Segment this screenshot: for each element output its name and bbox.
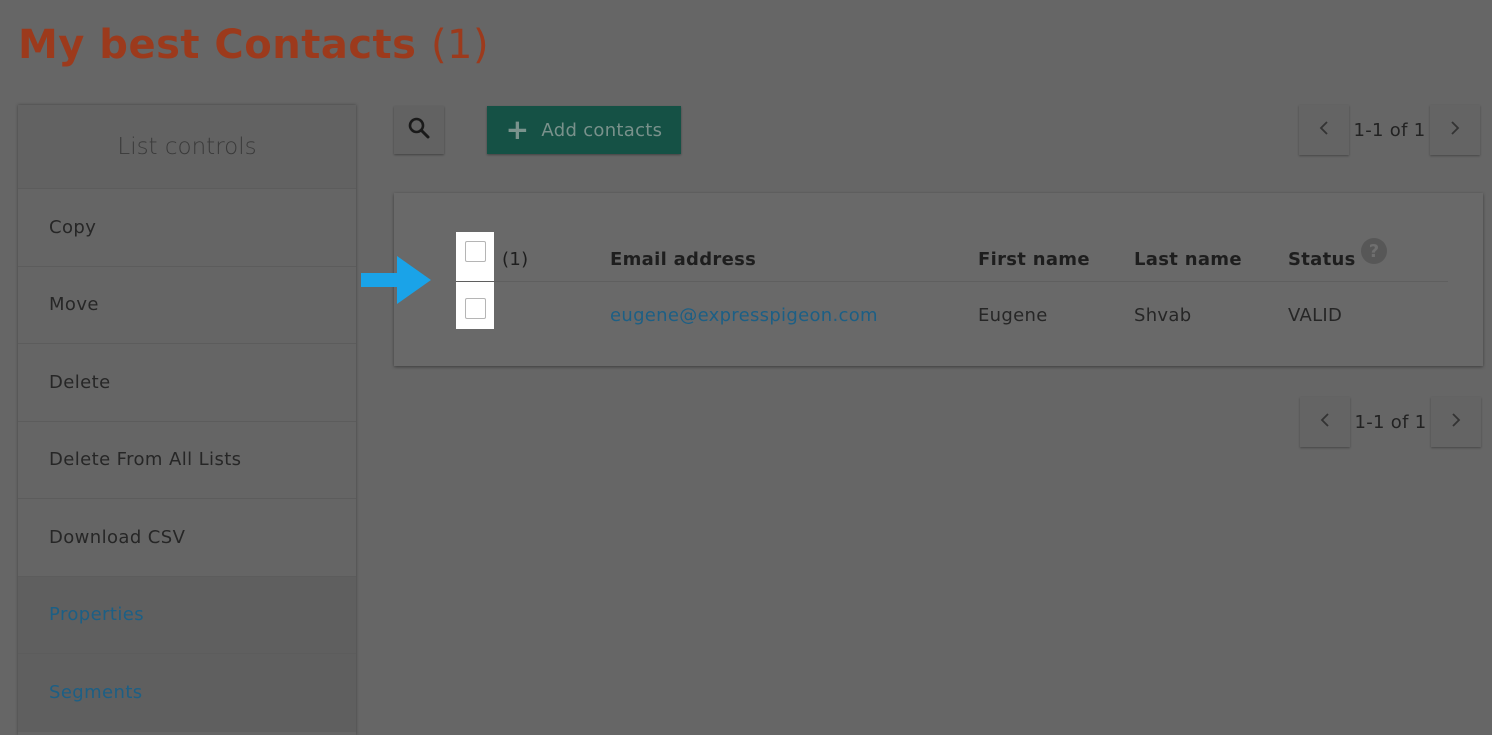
add-contacts-label: Add contacts xyxy=(541,119,663,141)
add-contacts-button[interactable]: + Add contacts xyxy=(487,106,681,154)
pagination-range-bottom: 1-1 of 1 xyxy=(1354,411,1427,433)
page-title-count: (1) xyxy=(430,22,490,68)
sidebar-header: List controls xyxy=(18,105,356,189)
sidebar-item-move[interactable]: Move xyxy=(18,267,356,344)
sidebar-item-copy[interactable]: Copy xyxy=(18,189,356,267)
column-header-status[interactable]: Status xyxy=(1288,249,1356,270)
chevron-right-icon xyxy=(1450,412,1462,432)
contacts-table: (1) Email address First name Last name S… xyxy=(394,193,1483,366)
column-header-last-name[interactable]: Last name xyxy=(1134,249,1242,270)
column-header-first-name[interactable]: First name xyxy=(978,249,1090,270)
sidebar-item-delete-from-all-lists[interactable]: Delete From All Lists xyxy=(18,422,356,499)
prev-page-button-bottom[interactable] xyxy=(1300,397,1350,447)
pagination-range: 1-1 of 1 xyxy=(1353,119,1426,141)
page-title-text: My best Contacts xyxy=(18,22,417,68)
page-title: My best Contacts (1) xyxy=(18,22,489,68)
pagination-top: 1-1 of 1 xyxy=(1299,105,1480,155)
search-button[interactable] xyxy=(394,106,444,154)
sidebar-item-properties[interactable]: Properties xyxy=(18,576,356,654)
next-page-button[interactable] xyxy=(1430,105,1480,155)
chevron-right-icon xyxy=(1449,120,1461,140)
list-controls-sidebar: List controls Copy Move Delete Delete Fr… xyxy=(18,105,356,735)
contact-status: VALID xyxy=(1288,305,1343,326)
pagination-bottom: 1-1 of 1 xyxy=(1300,397,1481,447)
selected-count: (1) xyxy=(502,249,529,270)
plus-icon: + xyxy=(505,113,530,146)
sidebar-item-download-csv[interactable]: Download CSV xyxy=(18,499,356,577)
next-page-button-bottom[interactable] xyxy=(1431,397,1481,447)
column-header-email[interactable]: Email address xyxy=(610,249,756,270)
chevron-left-icon xyxy=(1318,120,1330,140)
prev-page-button[interactable] xyxy=(1299,105,1349,155)
row-divider xyxy=(456,281,1448,282)
search-icon xyxy=(407,116,431,144)
row-checkbox[interactable] xyxy=(465,298,486,319)
arrow-right-icon xyxy=(361,256,431,308)
contact-first-name: Eugene xyxy=(978,305,1048,326)
contact-last-name: Shvab xyxy=(1134,305,1192,326)
select-all-checkbox[interactable] xyxy=(465,241,486,262)
contact-email-link[interactable]: eugene@expresspigeon.com xyxy=(610,305,878,326)
chevron-left-icon xyxy=(1319,412,1331,432)
sidebar-item-delete[interactable]: Delete xyxy=(18,344,356,422)
help-icon[interactable]: ? xyxy=(1361,238,1387,264)
sidebar-item-segments[interactable]: Segments xyxy=(18,654,356,732)
